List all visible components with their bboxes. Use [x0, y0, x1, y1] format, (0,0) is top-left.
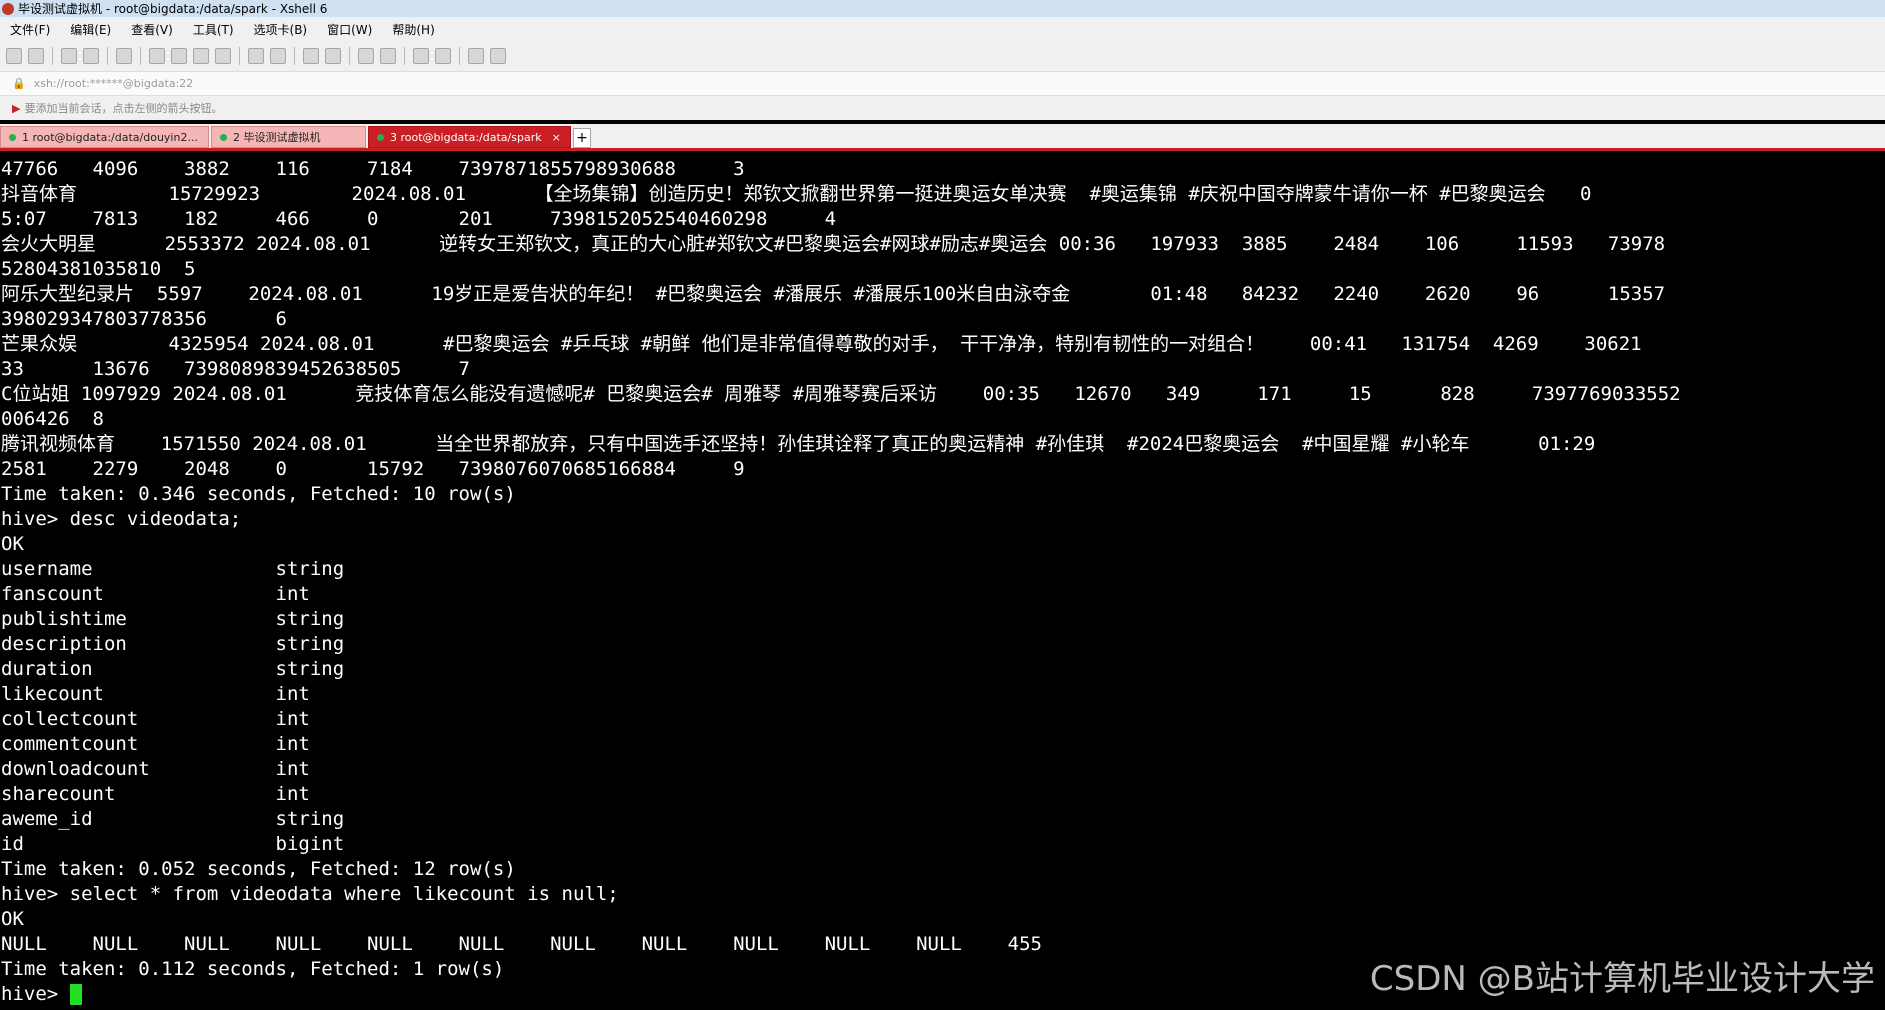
tab-session-3[interactable]: 3 root@bigdata:/data/spark × [368, 126, 571, 148]
globe-icon[interactable] [193, 48, 209, 64]
window-title: 毕设测试虚拟机 - root@bigdata:/data/spark - Xsh… [18, 2, 328, 16]
terminal-line: duration string [1, 658, 345, 680]
toolbar-divider [294, 47, 295, 65]
terminal-line: description string [1, 633, 345, 655]
toolbar [0, 41, 1885, 71]
terminal-line: OK [1, 533, 24, 555]
terminal-line: 33 13676 7398089839452638505 7 [1, 358, 470, 380]
terminal-line: 2581 2279 2048 0 15792 73980760706851668… [1, 458, 745, 480]
connected-status-icon [9, 133, 16, 141]
keyboard-icon[interactable] [358, 48, 374, 64]
xftp-icon[interactable] [270, 48, 286, 64]
script-icon[interactable] [248, 48, 264, 64]
toolbar-divider [239, 47, 240, 65]
menu-window[interactable]: 窗口(W) [317, 21, 382, 38]
terminal-line: aweme_id string [1, 808, 345, 830]
terminal-line: Time taken: 0.052 seconds, Fetched: 12 r… [1, 858, 516, 880]
connected-status-icon [377, 133, 384, 141]
tab-label: 3 root@bigdata:/data/spark [390, 130, 542, 144]
terminal-line: hive> desc videodata; [1, 508, 242, 530]
menu-file[interactable]: 文件(F) [0, 21, 60, 38]
search-icon[interactable] [149, 48, 165, 64]
menu-view[interactable]: 查看(V) [121, 21, 183, 38]
terminal-line: collectcount int [1, 708, 310, 730]
session-tabs: 1 root@bigdata:/data/douyin2... 2 毕设测试虚拟… [0, 124, 1885, 148]
terminal-line: 抖音体育 15729923 2024.08.01 【全场集锦】创造历史！郑钦文掀… [1, 183, 1592, 205]
terminal-line: 5:07 7813 182 466 0 201 7398152052540460… [1, 208, 837, 230]
reconnect-icon[interactable] [61, 48, 77, 64]
text-cursor [69, 984, 82, 1005]
font-icon[interactable] [215, 48, 231, 64]
help-icon[interactable] [468, 48, 484, 64]
toolbar-divider [349, 47, 350, 65]
toolbar-divider [140, 47, 141, 65]
terminal-line: id bigint [1, 833, 345, 855]
close-tab-icon[interactable]: × [552, 131, 561, 144]
lock-icon: 🔒 [12, 77, 26, 90]
title-bar: 毕设测试虚拟机 - root@bigdata:/data/spark - Xsh… [0, 0, 1885, 17]
terminal-line: Time taken: 0.346 seconds, Fetched: 10 r… [1, 483, 516, 505]
toolbar-divider [404, 47, 405, 65]
terminal-line: likecount int [1, 683, 310, 705]
connected-status-icon [220, 133, 227, 141]
xshell-app-icon [2, 2, 14, 15]
add-tab-button[interactable]: + [573, 128, 591, 148]
terminal-line: hive> select * from videodata where like… [1, 883, 619, 905]
menu-tools[interactable]: 工具(T) [183, 21, 244, 38]
toolbar-divider [107, 47, 108, 65]
lock-icon[interactable] [325, 48, 341, 64]
terminal-line: C位站姐 1097929 2024.08.01 竞技体育怎么能没有遗憾呢# 巴黎… [1, 383, 1681, 405]
terminal-line: downloadcount int [1, 758, 310, 780]
terminal-line: 会火大明星 2553372 2024.08.01 逆转女王郑钦文，真正的大心脏#… [1, 233, 1666, 255]
session-hint-bar: ▶ 要添加当前会话，点击左侧的箭头按钮。 [0, 96, 1885, 120]
toolbar-divider [459, 47, 460, 65]
terminal-line: commentcount int [1, 733, 310, 755]
hive-prompt: hive> [1, 983, 70, 1005]
csdn-watermark: CSDN @B站计算机毕业设计大学 [1369, 959, 1875, 999]
menu-bar: 文件(F) 编辑(E) 查看(V) 工具(T) 选项卡(B) 窗口(W) 帮助(… [0, 17, 1885, 41]
terminal-line: Time taken: 0.112 seconds, Fetched: 1 ro… [1, 958, 505, 980]
terminal-line: 47766 4096 3882 116 7184 739787185579893… [1, 158, 745, 180]
terminal-line: sharecount int [1, 783, 310, 805]
terminal-line: OK [1, 908, 24, 930]
session-address: xsh://root:******@bigdata:22 [33, 77, 194, 90]
terminal-line: 52804381035810 5 [1, 258, 196, 280]
terminal-line: NULL NULL NULL NULL NULL NULL NULL NULL … [1, 933, 1042, 955]
terminal-line: 阿乐大型纪录片 5597 2024.08.01 19岁正是爱告状的年纪！ #巴黎… [1, 283, 1666, 305]
new-session-icon[interactable] [6, 48, 22, 64]
transfer-icon[interactable] [171, 48, 187, 64]
terminal-line: 芒果众娱 4325954 2024.08.01 #巴黎奥运会 #乒乓球 #朝鲜 … [1, 333, 1642, 355]
terminal-line: publishtime string [1, 608, 345, 630]
compose-icon[interactable] [380, 48, 396, 64]
properties-icon[interactable] [116, 48, 132, 64]
terminal-prompt-line[interactable]: hive> [1, 982, 82, 1007]
session-hint-text: 要添加当前会话，点击左侧的箭头按钮。 [24, 102, 223, 115]
open-folder-icon[interactable] [28, 48, 44, 64]
terminal-line: 腾讯视频体育 1571550 2024.08.01 当全世界都放弃，只有中国选手… [1, 433, 1596, 455]
toolbar-divider [52, 47, 53, 65]
fullscreen-icon[interactable] [303, 48, 319, 64]
terminal-line: username string [1, 558, 345, 580]
menu-tab[interactable]: 选项卡(B) [244, 21, 318, 38]
bookmark-icon[interactable]: ▶ [12, 102, 20, 115]
menu-help[interactable]: 帮助(H) [382, 21, 444, 38]
tab-label: 2 毕设测试虚拟机 [233, 131, 321, 144]
chat-icon[interactable] [490, 48, 506, 64]
terminal-line: 006426 8 [1, 408, 104, 430]
disconnect-icon[interactable] [83, 48, 99, 64]
tab-session-2[interactable]: 2 毕设测试虚拟机 [211, 126, 366, 148]
tab-session-1[interactable]: 1 root@bigdata:/data/douyin2... [0, 126, 209, 148]
terminal-output[interactable]: 47766 4096 3882 116 7184 739787185579893… [0, 151, 1885, 1010]
tab-label: 1 root@bigdata:/data/douyin2... [22, 130, 198, 144]
terminal-line: 398029347803778356 6 [1, 308, 287, 330]
layout-icon[interactable] [435, 48, 451, 64]
terminal-line: fanscount int [1, 583, 310, 605]
new-tab-icon[interactable] [413, 48, 429, 64]
address-bar[interactable]: 🔒 xsh://root:******@bigdata:22 [0, 71, 1885, 96]
menu-edit[interactable]: 编辑(E) [60, 21, 121, 38]
